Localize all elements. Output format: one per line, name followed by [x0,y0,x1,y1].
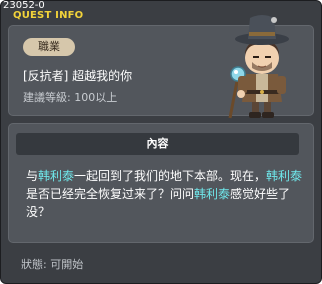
quest-status: 狀態: 可開始 [21,258,84,271]
recommended-level: 建議等級: 100以上 [23,91,118,104]
npc-name-highlight: 韩利泰 [38,169,75,183]
npc-name-highlight: 韩利泰 [194,187,231,201]
content-header: 內容 [16,133,299,155]
quest-description: 与韩利泰一起回到了我们的地下本部。现在，韩利泰是否已经完全恢复过来了？问问韩利泰… [26,167,304,221]
description-text: 一起回到了我们的地下本部。现在， [74,169,267,183]
npc-character-portrait [228,15,289,119]
description-text: 与 [26,169,39,183]
window-title: QUEST INFO [13,10,84,21]
quest-name: [反抗者] 超越我的你 [23,69,133,83]
job-badge: 職業 [23,38,75,56]
description-text: 是否已经完全恢复过来了？问问 [26,187,195,201]
npc-name-highlight: 韩利泰 [266,169,303,183]
